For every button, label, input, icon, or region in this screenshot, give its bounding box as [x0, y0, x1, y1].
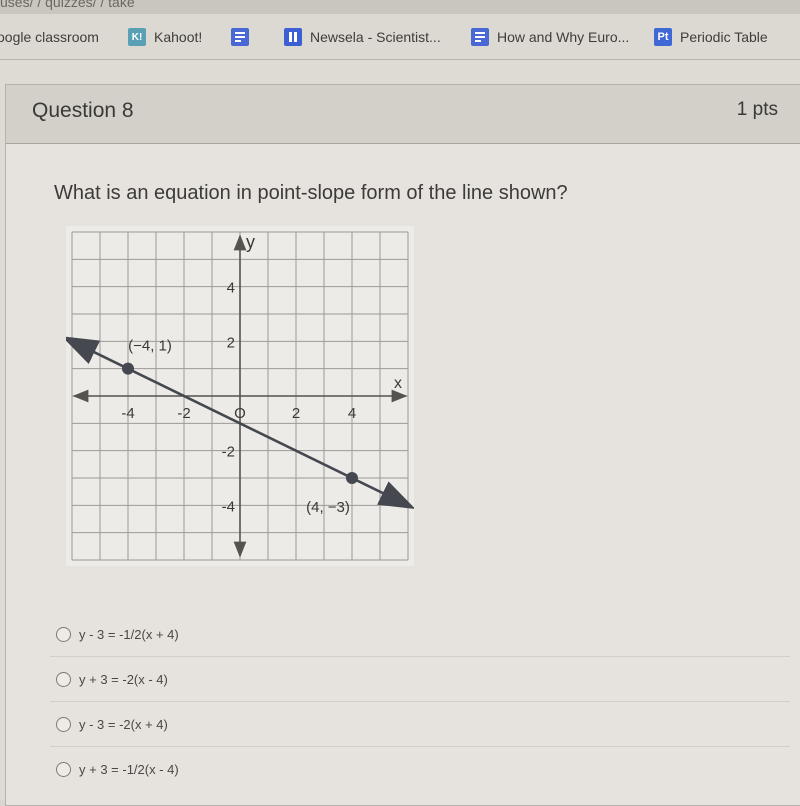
kahoot-icon: K! [128, 28, 146, 46]
x-tick-label: 2 [292, 405, 300, 422]
x-tick-label: O [234, 405, 246, 422]
answer-label: y + 3 = -2(x - 4) [79, 671, 168, 687]
y-tick-label: 2 [227, 334, 235, 351]
x-tick-label: -2 [177, 405, 190, 422]
newsela-icon [284, 28, 302, 46]
bookmark-label: How and Why Euro... [497, 29, 630, 45]
coordinate-graph: x y -4 -2 O 2 4 4 2 -2 -4 (−4, 1) (4, −3) [66, 226, 414, 566]
bookmark-label: Kahoot! [154, 29, 203, 45]
y-tick-label: -2 [222, 444, 235, 461]
answer-option[interactable]: y + 3 = -2(x - 4) [50, 656, 790, 701]
radio-button[interactable] [56, 626, 71, 642]
answer-option[interactable]: y - 3 = -2(x + 4) [50, 701, 790, 746]
question-header: Question 8 1 pts [5, 84, 800, 144]
data-point-label: (−4, 1) [128, 338, 172, 355]
radio-button[interactable] [56, 761, 71, 777]
google-doc-icon [231, 28, 249, 46]
y-axis-label: y [246, 232, 255, 252]
y-tick-label: -4 [222, 498, 235, 515]
x-tick-label: -4 [121, 405, 134, 422]
bookmark-label: Periodic Table [680, 29, 768, 45]
answer-label: y + 3 = -1/2(x - 4) [79, 761, 179, 777]
data-point [122, 362, 134, 375]
question-points: 1 pts [736, 99, 778, 120]
data-point [346, 472, 358, 484]
answer-label: y - 3 = -1/2(x + 4) [79, 626, 179, 642]
radio-button[interactable] [56, 716, 71, 732]
bookmark-label: Newsela - Scientist... [310, 29, 441, 45]
answer-option[interactable]: y + 3 = -1/2(x - 4) [50, 746, 790, 791]
bookmark-google-doc[interactable] [231, 26, 257, 48]
x-axis-label: x [394, 375, 402, 392]
data-point-label: (4, −3) [306, 499, 350, 516]
radio-button[interactable] [56, 671, 71, 687]
question-prompt: What is an equation in point-slope form … [54, 182, 568, 204]
bookmark-kahoot[interactable]: K! Kahoot! [128, 26, 202, 48]
y-tick-label: 4 [227, 280, 235, 297]
answer-label: y - 3 = -2(x + 4) [79, 716, 168, 732]
bookmark-how-and-why[interactable]: How and Why Euro... [471, 26, 629, 48]
periodic-table-icon: Pt [654, 28, 672, 46]
bookmarks-bar: oogle classroom K! Kahoot! Newsela - Sci… [0, 14, 800, 60]
answer-option[interactable]: y - 3 = -1/2(x + 4) [50, 612, 790, 656]
x-tick-label: 4 [348, 405, 356, 422]
address-bar[interactable]: uses/ / quizzes/ / take [0, 0, 800, 14]
bookmark-newsela[interactable]: Newsela - Scientist... [284, 26, 441, 48]
bookmark-periodic-table[interactable]: Pt Periodic Table [654, 26, 768, 48]
question-title: Question 8 [32, 99, 134, 122]
bookmark-label: oogle classroom [0, 29, 99, 45]
bookmark-google-classroom[interactable]: oogle classroom [0, 26, 99, 48]
answer-choices: y - 3 = -1/2(x + 4) y + 3 = -2(x - 4) y … [50, 612, 790, 791]
url-text: uses/ / quizzes/ / take [0, 0, 135, 10]
google-doc-icon [471, 28, 489, 46]
